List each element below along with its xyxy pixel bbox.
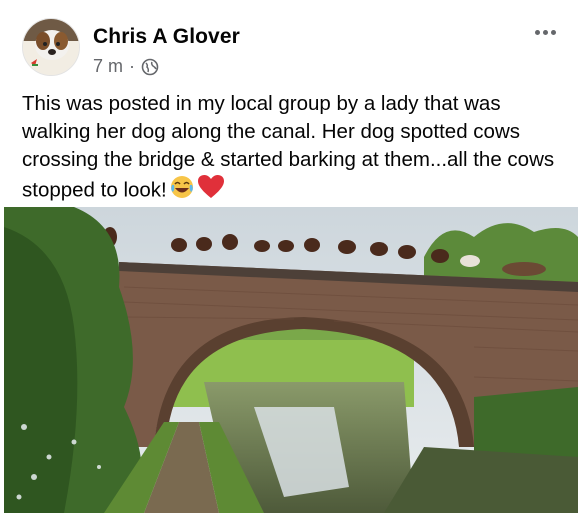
post-text: This was posted in my local group by a l… [22, 90, 567, 208]
post-text-content: This was posted in my local group by a l… [22, 92, 555, 202]
red-heart-emoji [197, 174, 225, 208]
dog-avatar-image [23, 19, 79, 75]
more-options-icon[interactable] [531, 22, 559, 42]
globe-icon [141, 58, 159, 75]
avatar[interactable] [22, 18, 80, 76]
facebook-post: Chris A Glover 7 m · This was posted in … [0, 0, 582, 519]
meta-separator: · [129, 56, 136, 76]
laughing-tears-emoji [169, 174, 195, 208]
author-name[interactable]: Chris A Glover [93, 25, 240, 49]
post-photo[interactable] [4, 207, 578, 513]
post-meta: 7 m · [93, 56, 159, 77]
post-time[interactable]: 7 m [93, 56, 123, 77]
canal-bridge-cows-photo [4, 207, 578, 513]
